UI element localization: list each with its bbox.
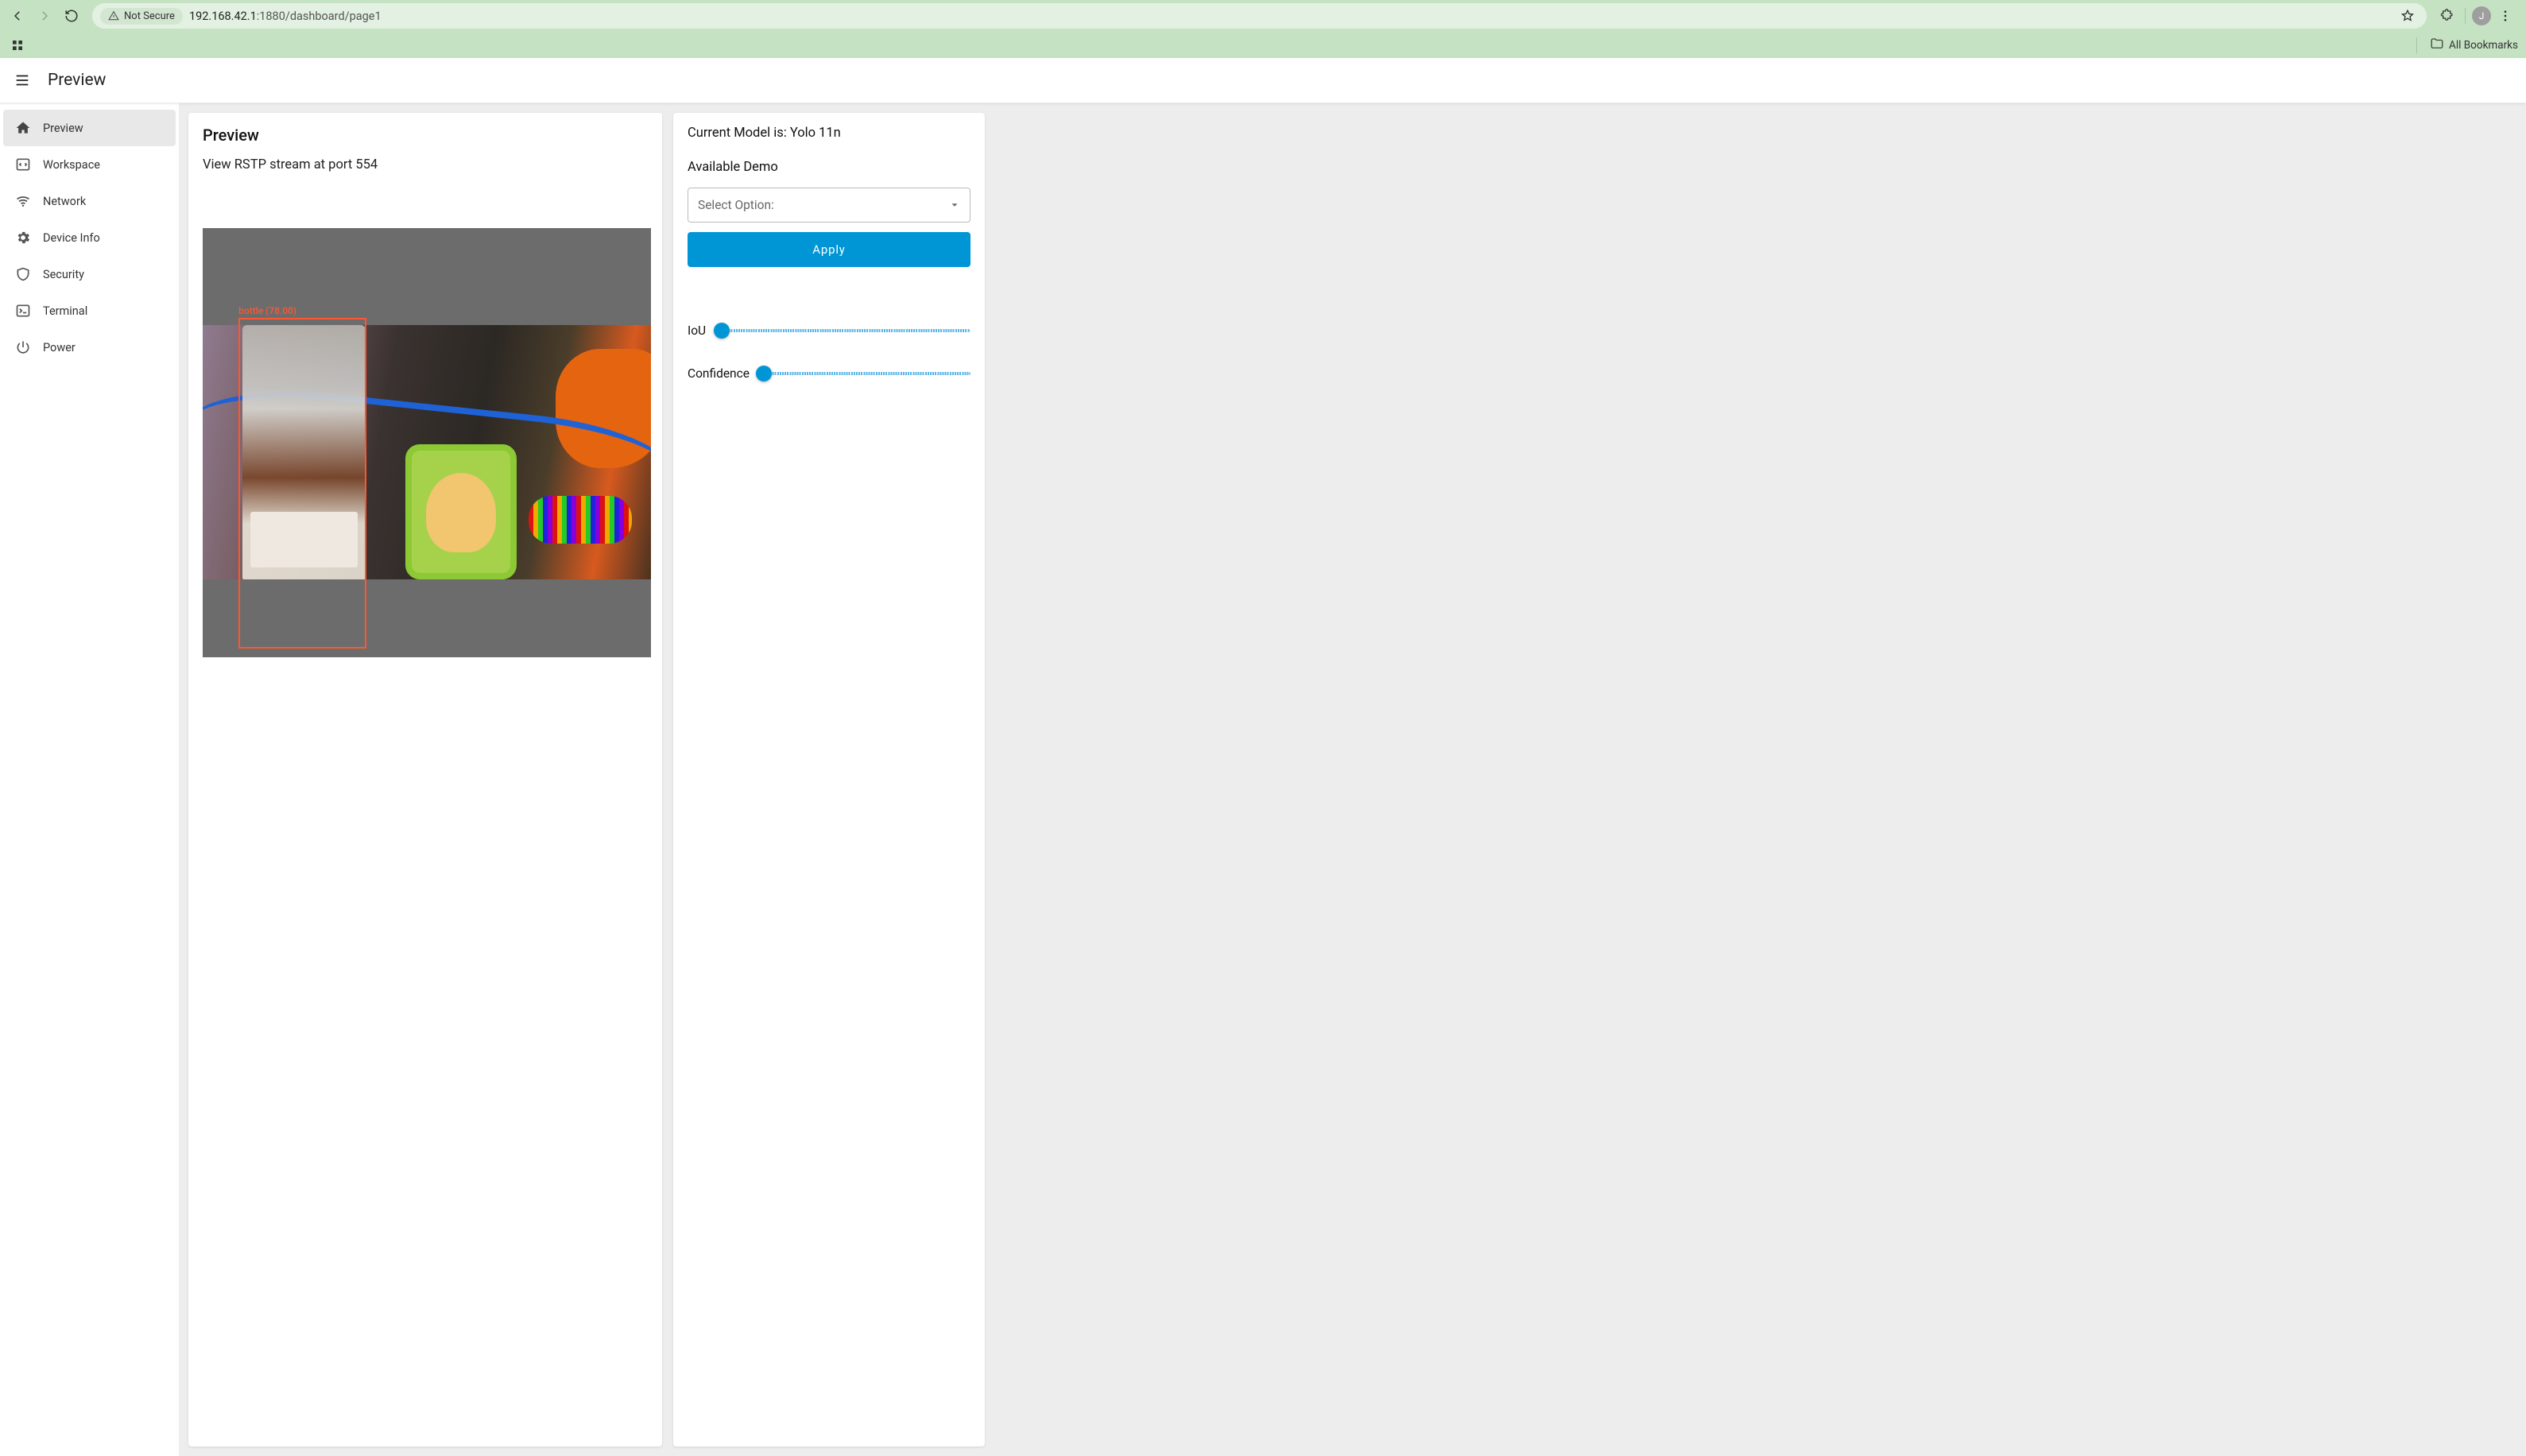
content-area: Preview View RSTP stream at port 554 bot…	[179, 103, 2526, 1456]
home-icon	[14, 119, 32, 137]
sidebar-item-label: Power	[43, 341, 76, 354]
back-button[interactable]	[6, 5, 29, 27]
detection-label: bottle (78.00)	[238, 305, 296, 316]
sidebar-item-label: Network	[43, 195, 86, 208]
browser-chrome: Not Secure 192.168.42.1:1880/dashboard/p…	[0, 0, 2526, 58]
forward-button[interactable]	[33, 5, 56, 27]
preview-card: Preview View RSTP stream at port 554 bot…	[188, 113, 662, 1446]
sidebar-item-terminal[interactable]: Terminal	[3, 292, 176, 329]
hamburger-icon	[14, 72, 31, 89]
demo-select[interactable]: Select Option:	[688, 188, 970, 223]
available-demo-label: Available Demo	[688, 160, 970, 175]
sidebar-item-security[interactable]: Security	[3, 256, 176, 292]
detection-box: bottle (78.00)	[238, 318, 366, 649]
sidebar-item-preview[interactable]: Preview	[3, 110, 176, 146]
chrome-menu-button[interactable]	[2494, 5, 2516, 27]
grid-icon	[11, 39, 24, 52]
sidebar-item-network[interactable]: Network	[3, 183, 176, 219]
controls-card: Current Model is: Yolo 11n Available Dem…	[673, 113, 985, 1446]
confidence-slider[interactable]	[757, 366, 970, 381]
chevron-down-icon	[949, 199, 960, 211]
address-bar[interactable]: Not Secure 192.168.42.1:1880/dashboard/p…	[92, 3, 2427, 29]
tab-search-button[interactable]	[8, 36, 27, 55]
select-placeholder: Select Option:	[698, 198, 774, 212]
apply-button[interactable]: Apply	[688, 232, 970, 267]
folder-icon	[2430, 37, 2444, 54]
not-secure-chip[interactable]: Not Secure	[100, 8, 183, 25]
menu-button[interactable]	[11, 69, 33, 91]
sidebar-item-label: Preview	[43, 122, 83, 135]
url-text: 192.168.42.1:1880/dashboard/page1	[189, 10, 382, 23]
reload-button[interactable]	[60, 5, 83, 27]
sidebar: Preview Workspace Network Device Info Se…	[0, 103, 179, 1456]
wifi-icon	[14, 192, 32, 210]
iou-slider-label: IoU	[688, 323, 706, 338]
shield-icon	[14, 265, 32, 283]
sidebar-item-power[interactable]: Power	[3, 329, 176, 366]
not-secure-label: Not Secure	[124, 10, 175, 22]
star-icon	[2400, 9, 2415, 23]
gear-icon	[14, 229, 32, 246]
profile-avatar[interactable]: J	[2472, 6, 2491, 25]
bookmark-star-button[interactable]	[2396, 5, 2419, 27]
sidebar-item-label: Device Info	[43, 231, 100, 245]
confidence-slider-label: Confidence	[688, 366, 750, 381]
sidebar-item-label: Terminal	[43, 304, 87, 318]
code-box-icon	[14, 156, 32, 173]
sidebar-item-workspace[interactable]: Workspace	[3, 146, 176, 183]
sidebar-item-device-info[interactable]: Device Info	[3, 219, 176, 256]
current-model-line: Current Model is: Yolo 11n	[688, 126, 970, 141]
sidebar-item-label: Workspace	[43, 158, 100, 172]
preview-title: Preview	[203, 126, 648, 145]
all-bookmarks-button[interactable]: All Bookmarks	[2449, 39, 2518, 52]
app-header: Preview	[0, 58, 2526, 103]
sidebar-item-label: Security	[43, 268, 84, 281]
page-title: Preview	[48, 71, 106, 90]
kebab-icon	[2498, 9, 2512, 23]
power-icon	[14, 339, 32, 356]
preview-subtitle: View RSTP stream at port 554	[203, 157, 648, 172]
iou-slider[interactable]	[714, 323, 970, 339]
puzzle-icon	[2440, 9, 2454, 23]
extensions-button[interactable]	[2436, 5, 2458, 27]
warning-icon	[108, 10, 119, 21]
video-stream: bottle (78.00)	[203, 228, 651, 657]
terminal-icon	[14, 302, 32, 319]
